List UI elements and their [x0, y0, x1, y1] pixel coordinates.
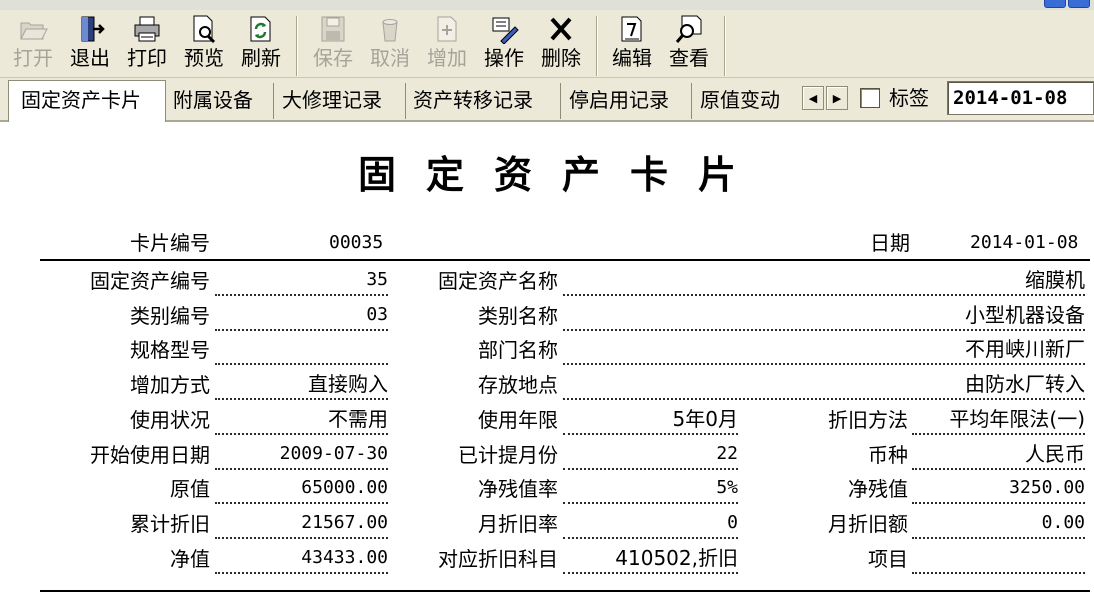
- preview-button[interactable]: 预览: [177, 14, 231, 76]
- field-value: 0: [563, 509, 738, 539]
- add-button[interactable]: 增加: [420, 14, 474, 76]
- field-label: 净残值率: [478, 477, 558, 502]
- field-label: 折旧方法: [828, 407, 908, 432]
- field-value: [912, 544, 1085, 574]
- window-top-strip: [0, 0, 1094, 10]
- tab-original-value-change[interactable]: 原值变动: [694, 83, 800, 119]
- field-value: 410502,折旧: [563, 544, 738, 574]
- delete-x-icon: [550, 17, 572, 41]
- tab-asset-card[interactable]: 固定资产卡片: [8, 80, 166, 122]
- save-button[interactable]: 保存: [306, 14, 360, 76]
- save-disk-icon: [321, 16, 345, 42]
- field-value: 21567.00: [215, 509, 388, 539]
- field-label: 固定资产名称: [438, 269, 558, 293]
- print-button[interactable]: 打印: [120, 14, 174, 76]
- cancel-bucket-icon: [382, 19, 398, 42]
- field-label: 固定资产编号: [90, 269, 210, 293]
- refresh-icon: [250, 16, 271, 42]
- field-value: 5%: [563, 474, 738, 505]
- field-label: 净值: [170, 546, 210, 571]
- field-label: 累计折旧: [130, 511, 210, 536]
- triangle-left-icon: ◀: [808, 91, 818, 105]
- field-label: 月折旧额: [828, 511, 908, 536]
- field-label: 净残值: [848, 477, 908, 502]
- field-value: 直接购入: [215, 370, 388, 401]
- tab-transfer-records[interactable]: 资产转移记录: [407, 83, 561, 119]
- toolbar-separator: [296, 16, 298, 76]
- folder-open-icon: [20, 22, 48, 40]
- edit-button[interactable]: 编辑: [605, 14, 659, 76]
- field-value: 65000.00: [215, 474, 388, 505]
- field-value: 22: [563, 440, 738, 470]
- exit-button[interactable]: 退出: [63, 14, 117, 76]
- field-label: 使用状况: [130, 407, 210, 432]
- tab-overhaul-records[interactable]: 大修理记录: [276, 83, 406, 119]
- card-title: 固定资产卡片: [357, 152, 766, 197]
- operate-button[interactable]: 操作: [477, 14, 531, 76]
- field-value: 不用峡川新厂: [563, 335, 1085, 366]
- field-value: 03: [215, 301, 388, 331]
- field-label: 币种: [868, 442, 908, 467]
- card-no-value: 00035: [329, 232, 384, 253]
- field-label: 使用年限: [478, 407, 558, 432]
- toolbar: 打开 退出 打印 预览 刷新 保存 取消 增加 操作 删除 编辑 查看: [0, 10, 1094, 78]
- field-label: 类别编号: [130, 303, 210, 328]
- field-value: 0.00: [912, 509, 1085, 539]
- field-label: 原值: [170, 477, 210, 502]
- field-label: 增加方式: [130, 373, 210, 398]
- field-label: 开始使用日期: [90, 442, 210, 467]
- field-label: 对应折旧科目: [438, 546, 558, 571]
- cancel-button[interactable]: 取消: [363, 14, 417, 76]
- field-value: 5年0月: [563, 405, 738, 435]
- toolbar-separator: [724, 16, 726, 76]
- field-value: 不需用: [215, 405, 388, 435]
- card-no-label: 卡片编号: [130, 231, 210, 255]
- toolbar-separator: [596, 16, 598, 76]
- view-magnifier-icon: [675, 15, 702, 43]
- print-preview-icon: [193, 15, 216, 44]
- field-label: 已计提月份: [458, 442, 558, 467]
- date-label: 日期: [870, 231, 910, 255]
- delete-button[interactable]: 删除: [534, 14, 588, 76]
- open-button[interactable]: 打开: [6, 14, 60, 76]
- triangle-right-icon: ▶: [832, 91, 842, 105]
- field-value: 3250.00: [912, 474, 1085, 505]
- field-value: 平均年限法(一): [912, 405, 1085, 435]
- field-value: 小型机器设备: [563, 301, 1085, 331]
- date-field[interactable]: 2014-01-08: [947, 81, 1094, 115]
- add-document-icon: [437, 16, 457, 42]
- operate-pencil-icon: [492, 17, 519, 44]
- edit-document-icon: [621, 16, 642, 42]
- field-label: 类别名称: [478, 303, 558, 328]
- field-label: 部门名称: [478, 338, 558, 363]
- field-label: 存放地点: [478, 373, 558, 398]
- field-value: 35: [215, 266, 388, 296]
- field-label: 项目: [868, 546, 908, 571]
- tab-attached-equipment[interactable]: 附属设备: [167, 83, 274, 119]
- field-value: 缩膜机: [563, 266, 1085, 296]
- date-value: 2014-01-08: [970, 232, 1079, 253]
- field-label: 规格型号: [130, 338, 210, 363]
- field-value: 由防水厂转入: [563, 370, 1085, 401]
- exit-door-icon: [81, 16, 105, 42]
- tab-bar: 固定资产卡片 附属设备 大修理记录 资产转移记录 停启用记录 原值变动 ◀ ▶ …: [0, 78, 1094, 122]
- tab-scroll-right[interactable]: ▶: [826, 86, 848, 110]
- refresh-button[interactable]: 刷新: [234, 14, 288, 76]
- field-value: 2009-07-30: [215, 440, 388, 470]
- window-buttons: [1044, 0, 1090, 8]
- tab-suspend-resume-records[interactable]: 停启用记录: [563, 83, 692, 119]
- tag-checkbox[interactable]: [860, 88, 880, 108]
- card-bottom-rule: [40, 590, 1090, 592]
- printer-icon: [134, 16, 160, 42]
- field-value: 人民币: [912, 440, 1085, 470]
- field-label: 月折旧率: [478, 511, 558, 536]
- tab-scroll-left[interactable]: ◀: [802, 86, 824, 110]
- card-top-rule: [40, 259, 1090, 261]
- field-value: [215, 335, 388, 366]
- view-button[interactable]: 查看: [662, 14, 716, 76]
- field-value: 43433.00: [215, 544, 388, 574]
- minimize-button[interactable]: [1044, 0, 1066, 8]
- close-button[interactable]: [1068, 0, 1090, 8]
- tag-checkbox-label: 标签: [889, 86, 929, 110]
